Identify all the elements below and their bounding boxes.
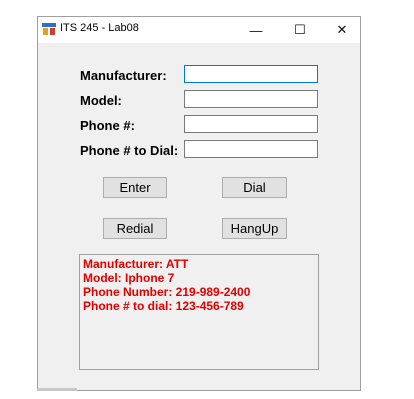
redial-button[interactable]: Redial	[103, 218, 167, 239]
output-textbox[interactable]: Manufacturer: ATT Model: Iphone 7 Phone …	[79, 254, 319, 370]
manufacturer-input[interactable]	[184, 65, 318, 83]
close-button[interactable]: ✕	[322, 17, 362, 43]
title-bar[interactable]: ITS 245 - Lab08 — ☐ ✕	[38, 17, 360, 43]
output-phone-number: Phone Number: 219-989-2400	[83, 285, 251, 299]
app-window: ITS 245 - Lab08 — ☐ ✕ Manufacturer: Mode…	[37, 16, 361, 391]
window-title: ITS 245 - Lab08	[60, 22, 139, 34]
enter-button[interactable]: Enter	[103, 177, 167, 198]
output-model: Model: Iphone 7	[83, 271, 175, 285]
model-label: Model:	[80, 93, 122, 108]
model-input[interactable]	[184, 90, 318, 108]
output-dial-number: Phone # to dial: 123-456-789	[83, 299, 244, 313]
hangup-button[interactable]: HangUp	[222, 218, 287, 239]
maximize-button[interactable]: ☐	[280, 17, 320, 43]
phone-label: Phone #:	[80, 118, 135, 133]
output-manufacturer: Manufacturer: ATT	[83, 257, 189, 271]
maximize-icon: ☐	[294, 22, 306, 37]
close-icon: ✕	[336, 22, 348, 37]
minimize-icon: —	[249, 22, 263, 38]
manufacturer-label: Manufacturer:	[80, 68, 167, 83]
app-icon	[42, 23, 56, 36]
phone-input[interactable]	[184, 115, 318, 133]
dial-number-label: Phone # to Dial:	[80, 143, 179, 158]
dial-number-input[interactable]	[184, 140, 318, 158]
window-shadow-edge	[37, 388, 77, 391]
minimize-button[interactable]: —	[236, 17, 276, 43]
dial-button[interactable]: Dial	[222, 177, 287, 198]
